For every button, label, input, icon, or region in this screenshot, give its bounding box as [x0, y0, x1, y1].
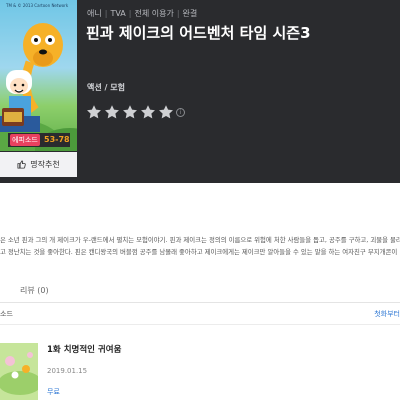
divider: [0, 324, 400, 325]
page-title: 핀과 제이크의 어드벤처 타임 시즌3: [86, 24, 311, 42]
episode-count: 53-78: [44, 135, 70, 144]
recommend-label: 명작추천: [30, 160, 60, 169]
info-icon[interactable]: i: [176, 108, 185, 117]
star-icon[interactable]: [140, 104, 156, 120]
meta-age-rating: 전체 이용가: [134, 9, 174, 18]
meta-status: 완결: [182, 9, 198, 18]
star-icon[interactable]: [86, 104, 102, 120]
meta-category: 애니: [87, 9, 102, 18]
reviews-tab[interactable]: 리뷰 (0): [20, 285, 49, 296]
star-icon[interactable]: [158, 104, 174, 120]
meta-separator: |: [128, 9, 132, 18]
content-detail-page: TM & © 2013 Cartoon Network 에피소드 53-78 명…: [0, 0, 400, 400]
synopsis-text: 은 소년 핀과 그의 개 제이크가 우-랜드에서 펼치는 모험이야기. 핀과 제…: [0, 234, 400, 258]
poster-image[interactable]: TM & © 2013 Cartoon Network 에피소드 53-78: [0, 0, 77, 151]
star-icon[interactable]: [122, 104, 138, 120]
episode-title[interactable]: 1화 치명적인 귀여움: [47, 343, 121, 355]
star-rating[interactable]: [86, 104, 174, 120]
meta-line: 애니 | TVA | 전체 이용가 | 완결: [87, 8, 197, 19]
poster-illustration: [0, 23, 77, 151]
meta-separator: |: [176, 9, 180, 18]
episode-thumbnail[interactable]: [0, 343, 38, 400]
content-header: TM & © 2013 Cartoon Network 에피소드 53-78 명…: [0, 0, 400, 183]
divider: [0, 302, 400, 303]
episode-thumbnail-art: [0, 343, 38, 400]
synopsis-line: 은 소년 핀과 그의 개 제이크가 우-랜드에서 펼치는 모험이야기. 핀과 제…: [0, 236, 400, 244]
episode-list-item[interactable]: 1화 치명적인 귀여움 2019.01.15 무료: [0, 338, 400, 400]
recommend-button[interactable]: 명작추천: [0, 152, 77, 177]
episode-date: 2019.01.15: [47, 367, 88, 375]
episode-price: 무료: [47, 388, 60, 396]
meta-format: TVA: [110, 9, 126, 18]
meta-separator: |: [104, 9, 108, 18]
sort-first-episode-link[interactable]: 첫화부터: [374, 309, 400, 319]
thumbs-up-icon: [17, 160, 26, 169]
star-icon[interactable]: [104, 104, 120, 120]
synopsis-line: 고 정난치는 것을 좋아한다. 핀은 캔디왕국의 버블껌 공주를 남몰래 좋아하…: [0, 248, 398, 256]
poster-copyright: TM & © 2013 Cartoon Network: [6, 3, 69, 8]
genre-label: 액션 / 모험: [87, 83, 125, 92]
episode-badge: 에피소드: [10, 134, 40, 146]
episodes-section-label: 소드: [0, 310, 13, 318]
